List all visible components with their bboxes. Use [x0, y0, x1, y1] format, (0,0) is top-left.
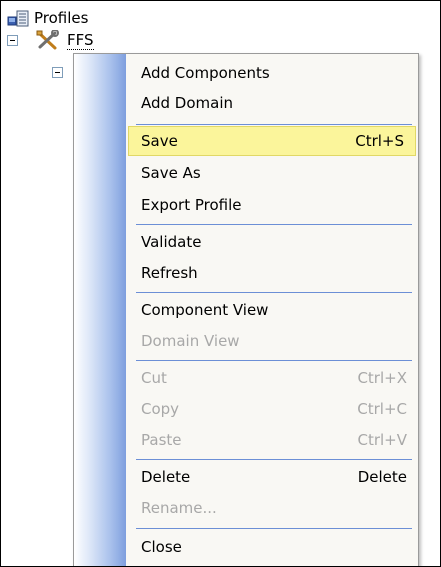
menu-item-label: Refresh [141, 264, 198, 282]
screenshot-frame: Profiles FFS Add Components Add Domain S… [0, 0, 441, 567]
collapse-ffs-expander[interactable] [7, 35, 18, 46]
menu-item-shortcut: Ctrl+V [357, 431, 407, 449]
menu-item-cut[interactable]: Cut Ctrl+X [74, 363, 418, 393]
menu-item-shortcut: Ctrl+C [357, 400, 407, 418]
menu-item-label: Add Components [141, 64, 270, 82]
menu-item-shortcut: Ctrl+S [355, 132, 404, 150]
menu-item-copy[interactable]: Copy Ctrl+C [74, 394, 418, 424]
menu-item-label: Rename... [141, 499, 217, 517]
menu-item-validate[interactable]: Validate [74, 227, 418, 257]
menu-item-close[interactable]: Close [74, 532, 418, 562]
menu-item-save[interactable]: Save Ctrl+S [128, 126, 416, 156]
menu-item-paste[interactable]: Paste Ctrl+V [74, 425, 418, 455]
menu-item-shortcut: Delete [357, 468, 407, 486]
menu-item-add-domain[interactable]: Add Domain [74, 88, 418, 118]
menu-item-label: Close [141, 538, 182, 556]
menu-item-label: Delete [141, 468, 191, 486]
menu-item-label: Component View [141, 301, 269, 319]
menu-item-label: Copy [141, 400, 180, 418]
menu-item-label: Export Profile [141, 196, 242, 214]
tree-node-ffs[interactable]: FFS [35, 29, 94, 51]
menu-item-label: Save [141, 132, 178, 150]
menu-item-component-view[interactable]: Component View [74, 295, 418, 325]
menu-item-rename[interactable]: Rename... [74, 493, 418, 523]
menu-item-label: Domain View [141, 332, 240, 350]
menu-item-refresh[interactable]: Refresh [74, 258, 418, 288]
menu-item-label: Save As [141, 164, 201, 182]
menu-separator [136, 459, 412, 460]
menu-item-domain-view[interactable]: Domain View [74, 326, 418, 356]
menu-item-label: Add Domain [141, 94, 234, 112]
menu-item-shortcut: Ctrl+X [357, 369, 407, 387]
tree-node-ffs-label: FFS [67, 30, 94, 50]
menu-item-label: Paste [141, 431, 182, 449]
menu-item-export-profile[interactable]: Export Profile [74, 190, 418, 220]
menu-item-add-components[interactable]: Add Components [74, 58, 418, 88]
menu-item-delete[interactable]: Delete Delete [74, 462, 418, 492]
tree-root-profiles[interactable]: Profiles [7, 7, 88, 29]
menu-item-label: Validate [141, 233, 202, 251]
menu-separator [136, 124, 412, 125]
menu-item-label: Cut [141, 369, 167, 387]
tree-root-label: Profiles [34, 9, 89, 27]
collapse-subnode-expander[interactable] [52, 67, 63, 78]
menu-separator [136, 292, 412, 293]
profiles-icon [7, 8, 29, 28]
tools-icon [35, 29, 61, 50]
menu-separator [136, 224, 412, 225]
menu-separator [136, 360, 412, 361]
menu-separator [136, 528, 412, 529]
context-menu: Add Components Add Domain Save Ctrl+S Sa… [73, 53, 419, 566]
menu-item-save-as[interactable]: Save As [74, 158, 418, 188]
